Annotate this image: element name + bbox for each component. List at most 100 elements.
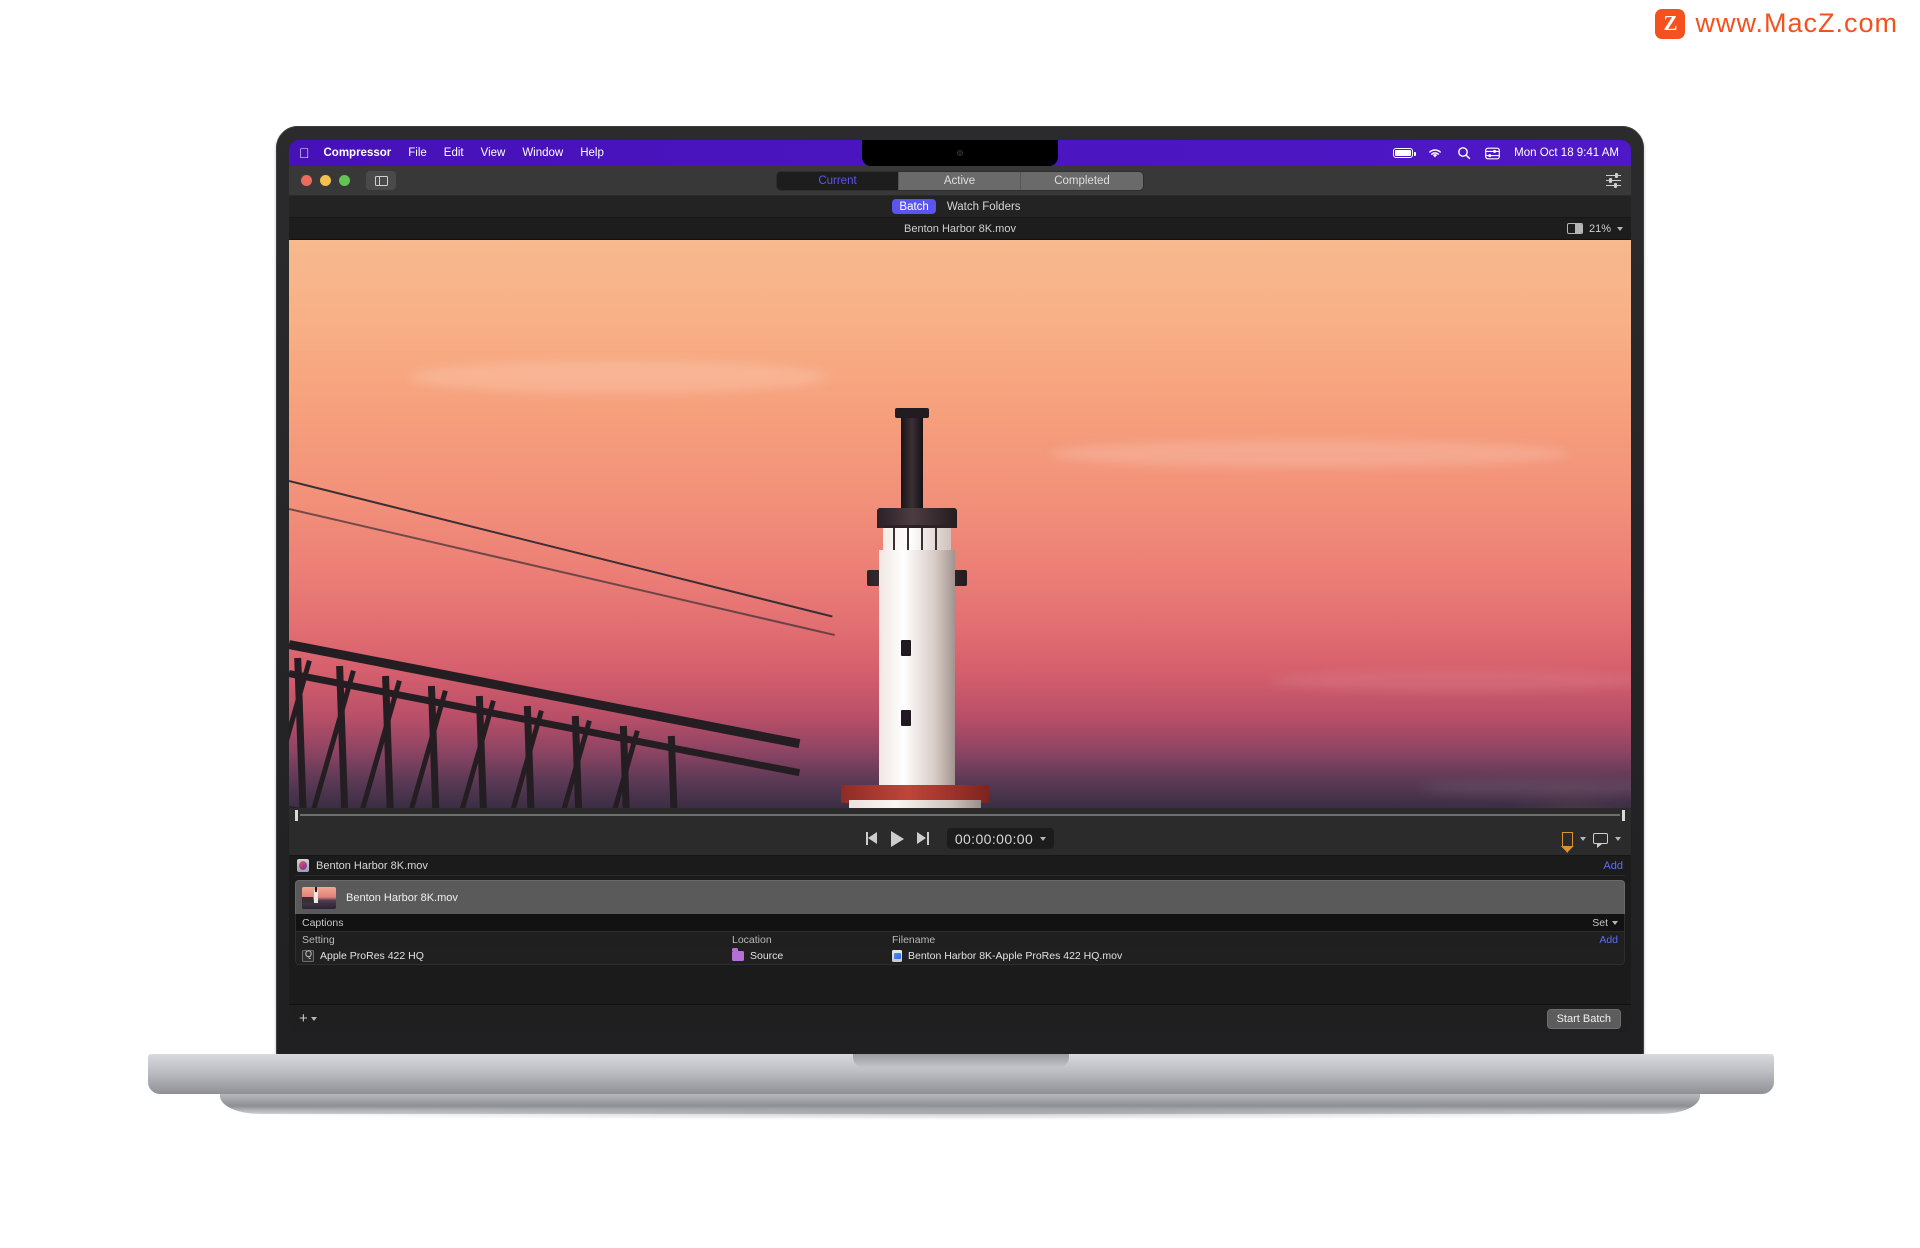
lighthouse-smokestack-cap: [895, 408, 929, 418]
captions-set-button[interactable]: Set: [1592, 917, 1618, 929]
chevron-down-icon[interactable]: [1040, 836, 1047, 841]
subtab-batch[interactable]: Batch: [892, 199, 936, 214]
bookmark-icon[interactable]: [1561, 831, 1574, 853]
pier-structure: [289, 600, 829, 808]
chevron-down-icon[interactable]: [1615, 836, 1621, 841]
zoom-level-label[interactable]: 21%: [1589, 223, 1611, 235]
minimize-button[interactable]: [320, 175, 331, 186]
video-thumbnail: [302, 886, 336, 909]
captions-row[interactable]: Captions Set: [295, 914, 1625, 931]
quicktime-movie-icon: [297, 859, 309, 872]
scrubber-playhead[interactable]: [295, 809, 298, 821]
zoom-button[interactable]: [339, 175, 350, 186]
batch-state-tabs: Current Active Completed: [776, 170, 1144, 191]
window-controls: [301, 175, 350, 186]
menu-item-view[interactable]: View: [481, 147, 506, 159]
lighthouse-tower: [879, 550, 955, 808]
lighthouse-keeper-house: [849, 800, 981, 808]
lighthouse-smokestack: [901, 415, 923, 515]
column-header-filename: Filename: [892, 933, 936, 946]
cloud: [1049, 440, 1569, 468]
tab-active[interactable]: Active: [899, 171, 1021, 190]
preview-scrubber[interactable]: [289, 808, 1631, 822]
add-job-link[interactable]: Add: [1603, 860, 1623, 872]
video-preview[interactable]: [289, 240, 1631, 808]
scrubber-out-point[interactable]: [1622, 809, 1625, 821]
menu-item-window[interactable]: Window: [522, 147, 563, 159]
location-value: Source: [750, 949, 784, 962]
cell-filename: Benton Harbor 8K-Apple ProRes 422 HQ.mov: [892, 949, 1123, 962]
tab-completed[interactable]: Completed: [1021, 171, 1143, 190]
search-icon[interactable]: [1457, 146, 1471, 160]
caption-icon[interactable]: [1593, 833, 1608, 848]
compressor-setting-icon: [302, 949, 314, 962]
job-name: Benton Harbor 8K.mov: [316, 859, 428, 872]
sidebar-toggle-button[interactable]: [366, 171, 396, 190]
split-view-icon[interactable]: [1566, 223, 1583, 234]
cloud: [1269, 670, 1631, 692]
folder-icon: [732, 948, 744, 961]
output-file-icon: [892, 949, 902, 962]
add-output-link[interactable]: Add: [1599, 934, 1618, 946]
setting-value: Apple ProRes 422 HQ: [320, 949, 424, 962]
wifi-icon[interactable]: [1427, 147, 1443, 159]
app-toolbar: Current Active Completed: [289, 166, 1631, 196]
display-notch: [862, 140, 1058, 166]
facetime-camera-icon: [957, 150, 963, 156]
source-row[interactable]: Benton Harbor 8K.mov: [295, 880, 1625, 914]
menu-item-help[interactable]: Help: [580, 147, 604, 159]
preview-header: Benton Harbor 8K.mov 21%: [289, 218, 1631, 240]
table-row[interactable]: Apple ProRes 422 HQ Source Benton Harbor…: [295, 947, 1625, 965]
column-header-setting: Setting: [302, 933, 335, 946]
menu-bar-clock[interactable]: Mon Oct 18 9:41 AM: [1514, 147, 1619, 159]
chevron-down-icon: [1612, 920, 1618, 925]
timecode-field[interactable]: 00:00:00:00: [946, 828, 1055, 849]
control-center-icon[interactable]: [1485, 147, 1501, 160]
preview-title: Benton Harbor 8K.mov: [904, 222, 1016, 235]
cloud: [409, 360, 829, 394]
macbook-pro-mockup:  Compressor File Edit View Window Help: [0, 0, 1920, 1248]
laptop-screen:  Compressor File Edit View Window Help: [289, 140, 1631, 1032]
transport-buttons: [865, 830, 929, 847]
preview-header-right: 21%: [1566, 223, 1623, 235]
source-filename: Benton Harbor 8K.mov: [346, 891, 458, 904]
sliders-icon[interactable]: [1606, 173, 1621, 188]
menu-item-compressor[interactable]: Compressor: [324, 147, 392, 159]
subtab-watch-folders[interactable]: Watch Folders: [940, 199, 1028, 214]
chevron-down-icon[interactable]: [1617, 226, 1623, 231]
batch-job-list: Benton Harbor 8K.mov Add Benton Harbor 8…: [289, 856, 1631, 1004]
bottom-bar: + Start Batch: [289, 1004, 1631, 1032]
plus-icon: +: [299, 1010, 308, 1027]
toolbar-right-area: [1606, 173, 1621, 188]
compressor-app-window: Current Active Completed Batch Watch Fol…: [289, 166, 1631, 1032]
play-button[interactable]: [890, 830, 904, 847]
laptop-base-notch: [853, 1054, 1069, 1068]
apple-logo-icon[interactable]: : [299, 146, 310, 160]
chevron-down-icon[interactable]: [1580, 836, 1586, 841]
window: [901, 640, 911, 656]
filename-value: Benton Harbor 8K-Apple ProRes 422 HQ.mov: [908, 949, 1123, 962]
laptop-base: [148, 1054, 1774, 1094]
menu-item-file[interactable]: File: [408, 147, 427, 159]
sidebar-toggle-icon: [374, 175, 388, 186]
window: [901, 710, 911, 726]
close-button[interactable]: [301, 175, 312, 186]
go-to-start-button[interactable]: [865, 832, 878, 845]
transport-right-area: [1561, 831, 1621, 853]
job-header-row[interactable]: Benton Harbor 8K.mov Add: [295, 856, 1625, 876]
chevron-down-icon: [310, 1016, 317, 1021]
start-batch-button[interactable]: Start Batch: [1546, 1008, 1621, 1029]
tab-current[interactable]: Current: [777, 171, 899, 190]
laptop-shadow: [210, 1108, 1710, 1120]
batch-watchfolders-tabs: Batch Watch Folders: [289, 196, 1631, 218]
output-columns-header: Setting Location Filename Add: [295, 931, 1625, 947]
add-batch-button[interactable]: +: [299, 1010, 317, 1027]
menu-bar-status-area: Mon Oct 18 9:41 AM: [1393, 146, 1619, 160]
menu-item-edit[interactable]: Edit: [444, 147, 464, 159]
cell-location: Source: [732, 948, 892, 962]
scrubber-track[interactable]: [300, 814, 1620, 816]
go-to-end-button[interactable]: [917, 832, 929, 845]
column-header-location: Location: [732, 933, 772, 946]
timecode-value[interactable]: 00:00:00:00: [955, 831, 1033, 847]
battery-icon[interactable]: [1393, 148, 1416, 158]
